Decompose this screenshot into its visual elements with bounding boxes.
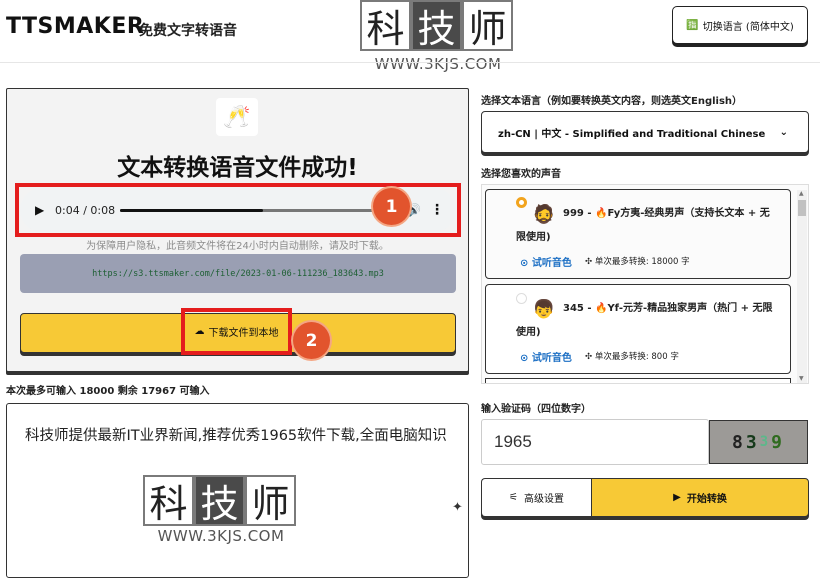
voice-label: 选择您喜欢的声音 — [481, 169, 561, 180]
char-counter: 本次最多可输入 18000 剩余 17967 可输入 — [6, 386, 210, 397]
cheers-icon: 🥂 — [216, 98, 258, 136]
start-convert-label: 开始转换 — [686, 494, 727, 505]
step-badge: 2 — [293, 322, 330, 359]
highlight-frame-download[interactable]: ☁ 下载文件到本地 — [181, 308, 292, 355]
voice-name: 999 - 🔥Fy方夷-经典男声（支持长文本 + 无限使用) — [516, 208, 770, 243]
scrollbar-thumb[interactable] — [798, 200, 806, 216]
advanced-settings-label: 高级设置 — [523, 494, 564, 505]
watermark-char: 科 — [360, 0, 411, 51]
chevron-down-icon: ⌄ — [779, 126, 788, 138]
switch-language-button[interactable]: 🈯 切换语言 (简体中文) — [672, 6, 808, 44]
captcha-image[interactable]: 8 3 3 9 — [709, 420, 808, 464]
scroll-down-icon[interactable]: ▼ — [799, 375, 804, 382]
watermark-char: 技 — [411, 0, 462, 51]
header-divider — [0, 62, 820, 63]
watermark-char: 师 — [245, 475, 296, 526]
translate-icon: 🈯 — [686, 19, 699, 31]
switch-language-label: 切换语言 (简体中文) — [702, 21, 794, 33]
advanced-settings-button[interactable]: ⚟ 高级设置 — [481, 478, 591, 517]
listen-button[interactable]: ⊙ 试听音色 — [520, 349, 572, 364]
language-select[interactable]: zh-CN | 中文 - Simplified and Traditional … — [481, 111, 809, 153]
voice-name: 345 - 🔥Yf-元芳-精品独家男声（热门 + 无限使用) — [516, 303, 773, 338]
step-badge: 1 — [373, 188, 410, 225]
watermark-char: 科 — [143, 475, 194, 526]
language-selected: zh-CN | 中文 - Simplified and Traditional … — [498, 128, 766, 140]
listen-button[interactable]: ⊙ 试听音色 — [520, 254, 572, 269]
captcha-label: 输入验证码（四位数字） — [481, 404, 591, 415]
voice-max-chars: ✣ 单次最多转换: 800 字 — [585, 352, 679, 362]
watermark-char: 师 — [462, 0, 513, 51]
app-logo[interactable]: TTSMAKER — [6, 14, 144, 39]
ai-assistant-icon[interactable]: ✦ — [452, 500, 463, 515]
start-convert-button[interactable]: ▶ 开始转换 — [591, 478, 809, 517]
text-input-content[interactable]: 科技师提供最新IT业界新闻,推荐优秀1965软件下载,全面电脑知识 — [25, 425, 455, 447]
voice-card[interactable] — [485, 378, 791, 383]
download-label: 下载文件到本地 — [208, 328, 279, 339]
watermark-logo: 科 技 师 — [360, 0, 513, 51]
success-title: 文本转换语音文件成功! — [117, 155, 358, 181]
play-circle-icon: ▶ — [673, 492, 681, 503]
privacy-note: 为保障用户隐私，此音频文件将在24小时内自动删除，请及时下载。 — [86, 241, 389, 252]
captcha-digit: 3 — [759, 434, 772, 450]
captcha-digit: 9 — [771, 431, 785, 453]
watermark-url: WWW.3KJS.COM — [374, 55, 502, 73]
voice-max-chars: ✣ 单次最多转换: 18000 字 — [585, 257, 690, 267]
watermark-url: WWW.3KJS.COM — [157, 527, 285, 545]
cloud-download-icon: ☁ — [194, 326, 205, 337]
watermark-char: 技 — [194, 475, 245, 526]
captcha-digit: 8 — [732, 431, 746, 453]
watermark-logo: 科 技 师 — [143, 475, 296, 526]
voice-list-scrollbar[interactable] — [797, 190, 807, 383]
file-url-link[interactable]: https://s3.ttsmaker.com/file/2023-01-06-… — [20, 254, 456, 293]
app-tagline: 免费文字转语音 — [139, 23, 237, 39]
language-label: 选择文本语言（例如要转换英文内容，则选英文English） — [481, 96, 743, 107]
captcha-input[interactable]: 1965 — [481, 419, 709, 465]
captcha-digit: 3 — [745, 431, 760, 453]
scroll-up-icon[interactable]: ▲ — [799, 190, 804, 197]
sliders-icon: ⚟ — [509, 492, 518, 503]
